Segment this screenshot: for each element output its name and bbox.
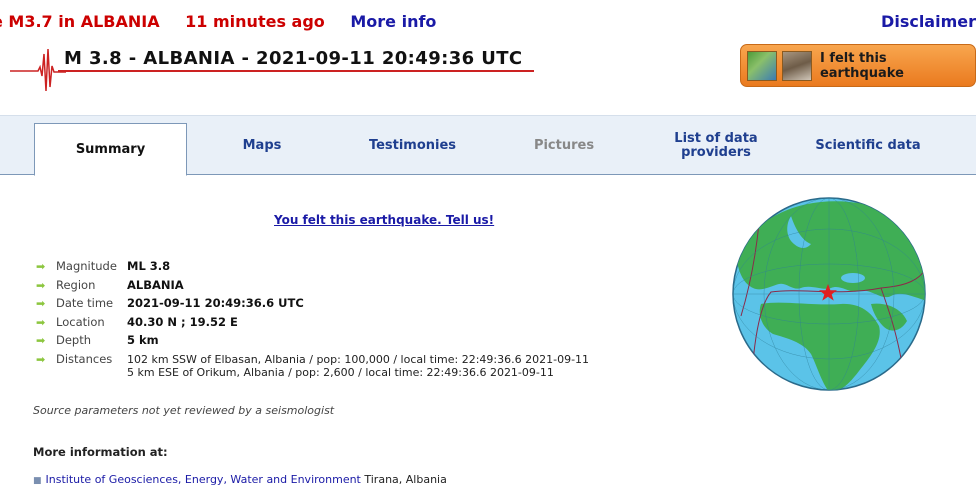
detail-row-distances: ➡ Distances 102 km SSW of Elbasan, Alban… <box>36 352 589 379</box>
disclaimer-link[interactable]: Disclaimer <box>881 12 976 31</box>
more-info-link[interactable]: More info <box>350 12 436 31</box>
felt-earthquake-button[interactable]: I felt this earthquake <box>740 44 976 87</box>
tab-bar: Summary Maps Testimonies Pictures List o… <box>0 115 976 176</box>
detail-row-location: ➡ Location 40.30 N ; 19.52 E <box>36 315 589 334</box>
right-arrow-icon: ➡ <box>36 278 46 292</box>
detail-label: Distances <box>56 351 113 366</box>
tab-scientific-data[interactable]: Scientific data <box>792 116 944 175</box>
detail-row-magnitude: ➡ Magnitude ML 3.8 <box>36 259 589 278</box>
detail-label: Depth <box>56 333 92 348</box>
bullet-icon: ■ <box>33 476 42 486</box>
damage-photo-icon <box>781 50 812 81</box>
tab-testimonies[interactable]: Testimonies <box>337 116 488 175</box>
detail-label: Location <box>56 314 105 329</box>
tab-summary[interactable]: Summary <box>34 123 187 176</box>
source-note: Source parameters not yet reviewed by a … <box>33 404 335 417</box>
map-thumbnail-icon <box>747 50 777 81</box>
news-ticker: e M3.7 in ALBANIA 11 minutes ago More in… <box>0 12 436 34</box>
region-value: ALBANIA <box>127 277 184 292</box>
more-info-heading: More information at: <box>33 445 168 459</box>
right-arrow-icon: ➡ <box>36 297 46 311</box>
right-arrow-icon: ➡ <box>36 352 46 366</box>
tab-data-providers[interactable]: List of data providers <box>640 116 792 175</box>
distance-line: 102 km SSW of Elbasan, Albania / pop: 10… <box>127 352 590 366</box>
institute-item: ■ Institute of Geosciences, Energy, Water… <box>33 473 447 486</box>
detail-row-datetime: ➡ Date time 2021-09-11 20:49:36.6 UTC <box>36 296 589 315</box>
right-arrow-icon: ➡ <box>36 334 46 348</box>
ticker-time-ago: 11 minutes ago <box>185 12 325 31</box>
event-details: ➡ Magnitude ML 3.8 ➡ Region ALBANIA ➡ Da… <box>36 259 589 379</box>
distance-line: 5 km ESE of Orikum, Albania / pop: 2,600… <box>127 365 554 379</box>
distances-value: 102 km SSW of Elbasan, Albania / pop: 10… <box>127 352 589 379</box>
datetime-value: 2021-09-11 20:49:36.6 UTC <box>127 296 304 311</box>
location-value: 40.30 N ; 19.52 E <box>127 314 238 329</box>
felt-earthquake-link[interactable]: You felt this earthquake. Tell us! <box>274 213 494 227</box>
page-title: M 3.8 - ALBANIA - 2021-09-11 20:49:36 UT… <box>64 48 523 69</box>
institute-link[interactable]: Institute of Geosciences, Energy, Water … <box>46 473 361 486</box>
depth-value: 5 km <box>127 333 159 348</box>
detail-row-depth: ➡ Depth 5 km <box>36 333 589 352</box>
magnitude-value: ML 3.8 <box>127 259 171 273</box>
institute-location: Tirana, Albania <box>360 473 447 486</box>
title-underline <box>58 70 534 72</box>
detail-row-region: ➡ Region ALBANIA <box>36 278 589 297</box>
tab-maps[interactable]: Maps <box>187 116 337 175</box>
detail-label: Magnitude <box>56 259 117 273</box>
felt-button-label: I felt this earthquake <box>819 50 904 81</box>
ticker-alert[interactable]: e M3.7 in ALBANIA <box>0 12 160 31</box>
right-arrow-icon: ➡ <box>36 260 46 273</box>
detail-label: Date time <box>56 296 114 311</box>
right-arrow-icon: ➡ <box>36 315 46 329</box>
detail-label: Region <box>56 277 96 292</box>
epicenter-globe-map[interactable] <box>731 196 927 392</box>
tab-pictures: Pictures <box>533 137 595 153</box>
